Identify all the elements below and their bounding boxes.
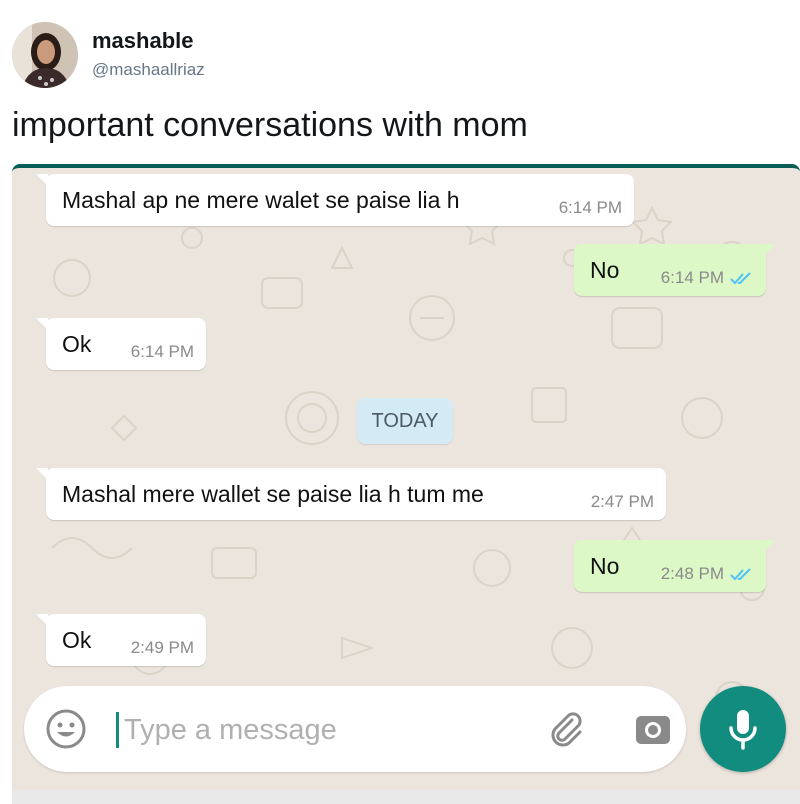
smiley-icon[interactable] bbox=[44, 707, 88, 751]
message-time: 2:47 PM bbox=[590, 492, 654, 511]
bubble-tail bbox=[36, 318, 48, 330]
message-text: No bbox=[590, 553, 620, 579]
microphone-icon bbox=[729, 710, 757, 750]
message-time: 6:14 PM bbox=[558, 198, 622, 217]
tweet-header: mashable @mashaallriaz important convers… bbox=[0, 0, 800, 160]
bubble-tail bbox=[36, 614, 48, 626]
avatar[interactable] bbox=[12, 22, 78, 88]
message-bubble-incoming[interactable]: Mashal ap ne mere walet se paise lia h 6… bbox=[36, 174, 634, 226]
bubble-tail bbox=[764, 540, 776, 552]
voice-record-button[interactable] bbox=[700, 686, 786, 772]
message-time: 6:14 PM bbox=[660, 268, 724, 287]
message-text: Ok bbox=[62, 331, 92, 357]
message-bubble-outgoing[interactable]: No 2:48 PM bbox=[574, 540, 776, 592]
message-input[interactable] bbox=[122, 706, 506, 754]
message-time: 6:14 PM bbox=[130, 342, 194, 361]
bubble-tail bbox=[764, 244, 776, 256]
bubble-tail bbox=[36, 468, 48, 480]
bottom-bar bbox=[12, 790, 800, 804]
message-composer bbox=[24, 686, 686, 772]
message-bubble-outgoing[interactable]: No 6:14 PM bbox=[574, 244, 776, 296]
tweet-text: important conversations with mom bbox=[12, 106, 528, 144]
paperclip-icon[interactable] bbox=[546, 708, 586, 748]
user-handle[interactable]: @mashaallriaz bbox=[92, 60, 205, 80]
message-text: Mashal mere wallet se paise lia h tum me bbox=[62, 481, 484, 507]
message-text: Ok bbox=[62, 627, 92, 653]
message-text: No bbox=[590, 257, 620, 283]
text-cursor bbox=[116, 712, 119, 748]
message-bubble-incoming[interactable]: Ok 6:14 PM bbox=[36, 318, 206, 370]
message-time: 2:48 PM bbox=[660, 564, 724, 583]
date-divider: TODAY bbox=[357, 398, 453, 444]
camera-icon[interactable] bbox=[634, 710, 672, 748]
message-time: 2:49 PM bbox=[130, 638, 194, 657]
read-receipt-icon bbox=[730, 272, 751, 285]
message-bubble-incoming[interactable]: Mashal mere wallet se paise lia h tum me… bbox=[36, 468, 666, 520]
message-bubble-incoming[interactable]: Ok 2:49 PM bbox=[36, 614, 206, 666]
read-receipt-icon bbox=[730, 568, 751, 581]
bubble-tail bbox=[36, 174, 48, 186]
chat-screenshot: Mashal ap ne mere walet se paise lia h 6… bbox=[12, 164, 800, 804]
display-name[interactable]: mashable bbox=[92, 28, 194, 54]
message-text: Mashal ap ne mere walet se paise lia h bbox=[62, 187, 460, 213]
date-divider-label: TODAY bbox=[371, 410, 439, 432]
